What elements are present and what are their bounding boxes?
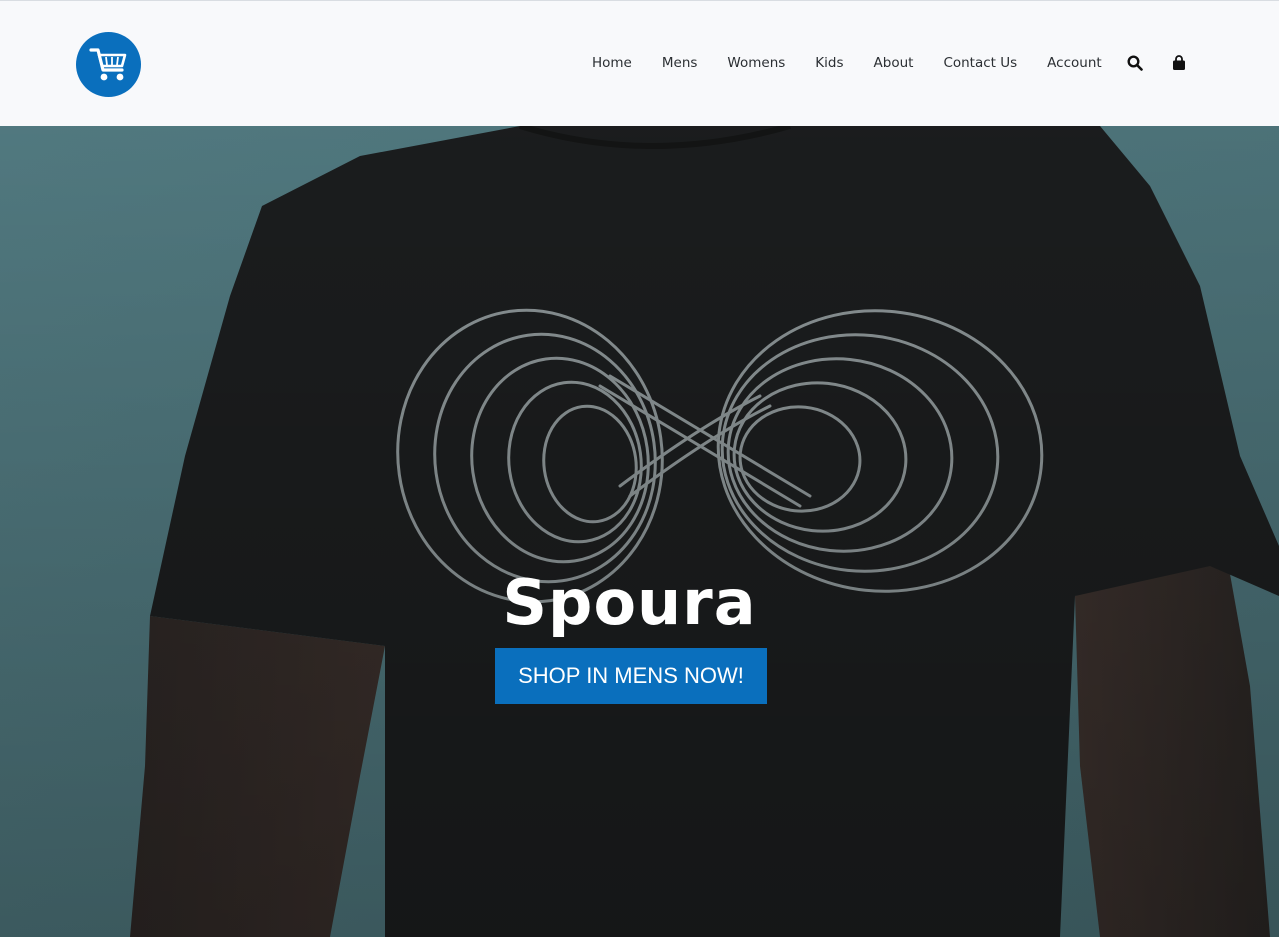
hero-title: Spoura: [502, 566, 757, 639]
site-header: Home Mens Womens Kids About Contact Us A…: [0, 1, 1279, 126]
nav-kids[interactable]: Kids: [815, 55, 843, 71]
nav-contact-us[interactable]: Contact Us: [943, 55, 1017, 71]
main-nav: Home Mens Womens Kids About Contact Us A…: [592, 51, 1132, 75]
shopping-bag-icon: [1173, 55, 1185, 70]
tshirt-hero-image: [0, 126, 1279, 937]
nav-womens[interactable]: Womens: [727, 55, 785, 71]
nav-about[interactable]: About: [874, 55, 914, 71]
nav-home[interactable]: Home: [592, 55, 632, 71]
search-icon: [1127, 55, 1143, 71]
shop-mens-button[interactable]: SHOP IN MENS NOW!: [495, 648, 767, 704]
cart-button[interactable]: [1169, 53, 1189, 73]
search-button[interactable]: [1125, 53, 1145, 73]
nav-account[interactable]: Account: [1047, 55, 1102, 71]
shopping-cart-icon: [88, 47, 126, 80]
nav-mens[interactable]: Mens: [662, 55, 698, 71]
hero-banner: Spoura SHOP IN MENS NOW!: [0, 126, 1279, 937]
logo[interactable]: [76, 32, 141, 97]
